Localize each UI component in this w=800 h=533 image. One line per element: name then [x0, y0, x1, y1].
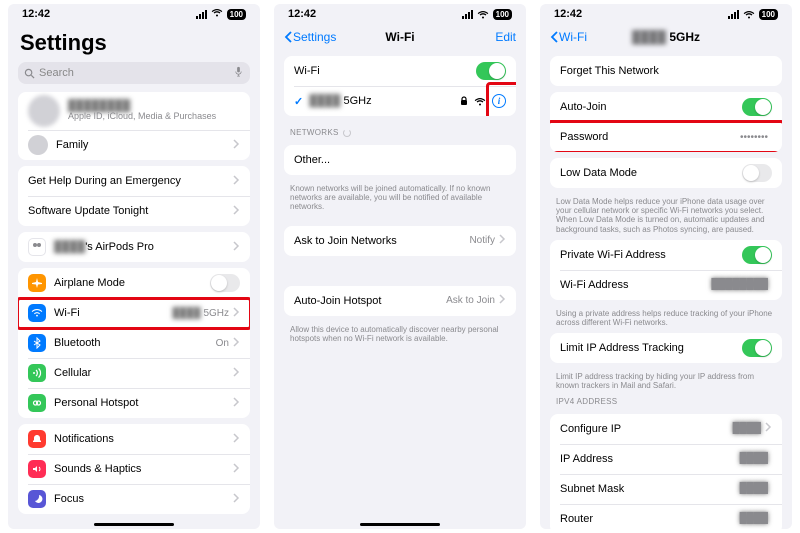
info-icon[interactable]: i: [492, 94, 506, 108]
auto-join-hotspot-row[interactable]: Auto-Join HotspotAsk to Join: [284, 286, 516, 316]
password-value: ••••••••: [740, 132, 768, 143]
router-row: Router████: [550, 504, 782, 530]
private-address-row: Private Wi-Fi Address: [550, 240, 782, 270]
search-input[interactable]: Search: [18, 62, 250, 84]
configure-ip-row[interactable]: Configure IP████: [550, 414, 782, 444]
networks-note: Known networks will be joined automatica…: [274, 181, 526, 212]
private-address-toggle[interactable]: [742, 246, 772, 264]
back-button[interactable]: Settings: [284, 30, 336, 44]
notifications-row[interactable]: Notifications: [18, 424, 250, 454]
wifi-icon: [211, 8, 223, 20]
wifi-strength-icon: [474, 97, 486, 106]
status-bar: 12:42 100: [274, 4, 526, 24]
ask-to-join-row[interactable]: Ask to Join NetworksNotify: [284, 226, 516, 256]
battery-indicator: 100: [227, 9, 246, 20]
wifi-master-toggle-row: Wi-Fi: [284, 56, 516, 86]
networks-header: NETWORKS: [274, 122, 526, 139]
emergency-row[interactable]: Get Help During an Emergency: [18, 166, 250, 196]
auto-join-row: Auto-Join: [550, 92, 782, 122]
wifi-address-row[interactable]: Wi-Fi Address████████: [550, 270, 782, 300]
speaker-icon: [28, 460, 46, 478]
software-update-row[interactable]: Software Update Tonight: [18, 196, 250, 226]
sounds-row[interactable]: Sounds & Haptics: [18, 454, 250, 484]
low-data-note: Low Data Mode helps reduce your iPhone d…: [540, 194, 792, 234]
limit-ip-row: Limit IP Address Tracking: [550, 333, 782, 363]
wifi-toggle[interactable]: [476, 62, 506, 80]
forget-network-button[interactable]: Forget This Network: [550, 56, 782, 86]
avatar: [28, 95, 60, 127]
lock-icon: [460, 96, 468, 106]
nav-bar: Wi-Fi ████ 5GHz: [540, 24, 792, 50]
airplane-icon: [28, 274, 46, 292]
family-row[interactable]: Family: [18, 130, 250, 160]
status-bar: 12:42 100: [8, 4, 260, 24]
profile-subtitle: Apple ID, iCloud, Media & Purchases: [68, 112, 216, 122]
bluetooth-row[interactable]: Bluetooth On: [18, 328, 250, 358]
low-data-mode-row: Low Data Mode: [550, 158, 782, 188]
cellular-signal-icon: [196, 10, 207, 19]
airplane-mode-row[interactable]: Airplane Mode: [18, 268, 250, 298]
spinner-icon: [343, 129, 351, 137]
home-indicator[interactable]: [360, 523, 440, 526]
hotspot-icon: [28, 394, 46, 412]
screen-wifi-details: 12:42 100 Wi-Fi ████ 5GHz Forget This Ne…: [540, 4, 792, 529]
cellular-row[interactable]: Cellular: [18, 358, 250, 388]
mic-icon[interactable]: [233, 66, 244, 80]
airpods-icon: [28, 238, 46, 256]
subnet-mask-row: Subnet Mask████: [550, 474, 782, 504]
back-button[interactable]: Wi-Fi: [550, 30, 587, 44]
limit-ip-note: Limit IP address tracking by hiding your…: [540, 369, 792, 390]
wifi-address-value: ████████: [711, 279, 768, 290]
limit-ip-toggle[interactable]: [742, 339, 772, 357]
airpods-row[interactable]: ████'s AirPods Pro: [18, 232, 250, 262]
ip-address-row: IP Address████: [550, 444, 782, 474]
hotspot-note: Allow this device to automatically disco…: [274, 322, 526, 343]
personal-hotspot-row[interactable]: Personal Hotspot: [18, 388, 250, 418]
screen-settings-root: 12:42 100 Settings Search ████████ Apple…: [8, 4, 260, 529]
page-title: Settings: [8, 24, 260, 60]
auto-join-toggle[interactable]: [742, 98, 772, 116]
status-bar: 12:42 100: [540, 4, 792, 24]
password-row[interactable]: Password••••••••: [550, 122, 782, 152]
search-placeholder: Search: [39, 67, 74, 79]
wifi-row[interactable]: Wi-Fi ████ 5GHz: [18, 298, 250, 328]
apple-id-row[interactable]: ████████ Apple ID, iCloud, Media & Purch…: [18, 92, 250, 130]
current-network-row[interactable]: ✓ ████ 5GHz i: [284, 86, 516, 116]
chevron-right-icon: [233, 139, 240, 152]
bluetooth-icon: [28, 334, 46, 352]
search-icon: [24, 68, 35, 79]
bell-icon: [28, 430, 46, 448]
family-icon: [28, 135, 48, 155]
ipv4-header: IPV4 ADDRESS: [540, 391, 792, 408]
screen-wifi-list: 12:42 100 Settings Wi-Fi Edit Wi-Fi ✓ ██…: [274, 4, 526, 529]
private-address-note: Using a private address helps reduce tra…: [540, 306, 792, 327]
home-indicator[interactable]: [94, 523, 174, 526]
other-network-row[interactable]: Other...: [284, 145, 516, 175]
wifi-icon: [28, 304, 46, 322]
focus-icon: [28, 490, 46, 508]
focus-row[interactable]: Focus: [18, 484, 250, 514]
checkmark-icon: ✓: [294, 95, 303, 108]
airplane-toggle[interactable]: [210, 274, 240, 292]
status-time: 12:42: [22, 8, 50, 20]
low-data-toggle[interactable]: [742, 164, 772, 182]
cellular-icon: [28, 364, 46, 382]
nav-bar: Settings Wi-Fi Edit: [274, 24, 526, 50]
edit-button[interactable]: Edit: [495, 30, 516, 44]
